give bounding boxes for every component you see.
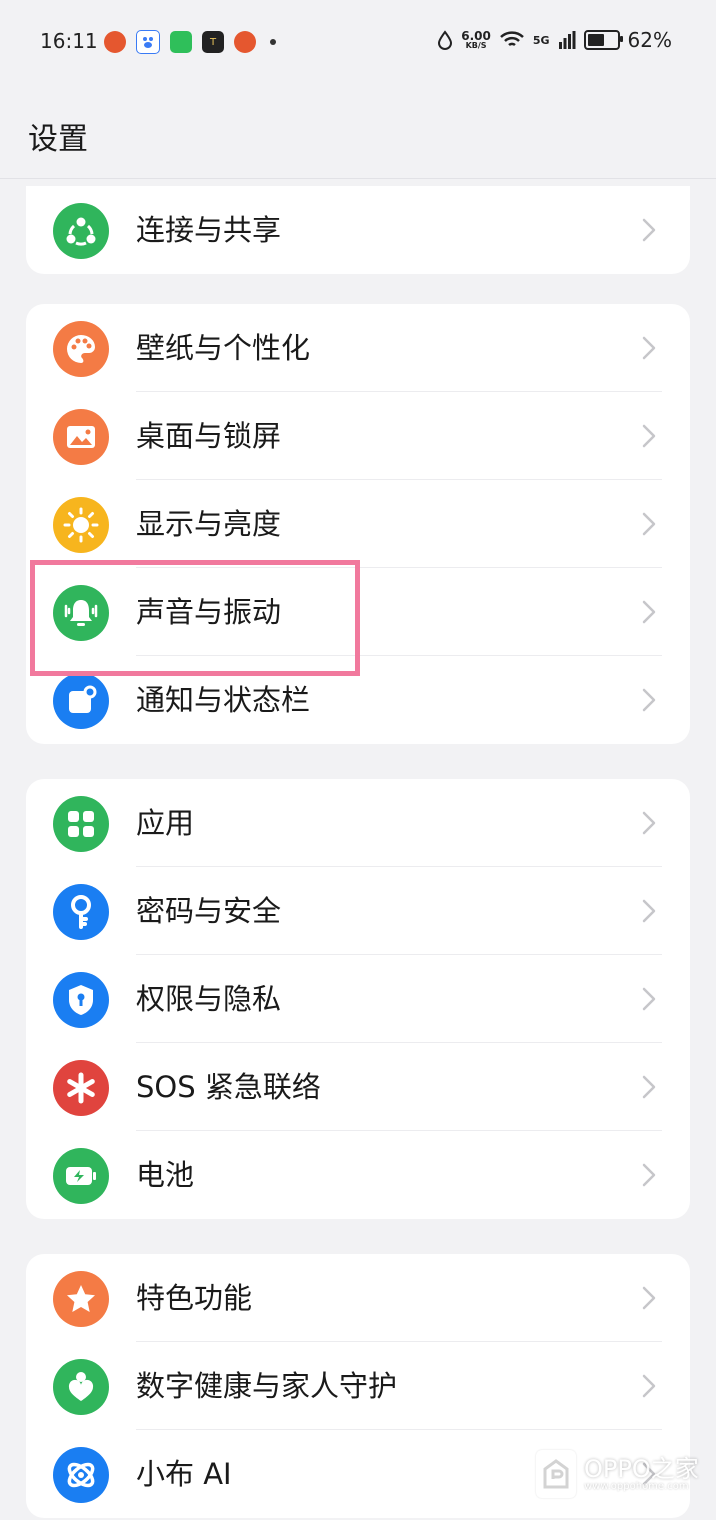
watermark-url: www.oppohome.com: [584, 1480, 689, 1492]
settings-group: 应用密码与安全权限与隐私 SOS 紧急联络 电池: [26, 779, 690, 1219]
highlight-box: [30, 560, 360, 676]
battery-icon: [583, 30, 623, 50]
status-bar: 16:11 T 6.00 KB/S 5G 62%: [0, 0, 716, 84]
settings-item[interactable]: 桌面与锁屏: [26, 392, 690, 480]
chevron-right-icon: [642, 1163, 656, 1187]
apps-grid-icon: [53, 796, 109, 852]
settings-item-label: 特色功能: [136, 1281, 253, 1315]
oppo-home-logo: [536, 1450, 576, 1498]
settings-item-label: 应用: [136, 806, 195, 840]
chevron-right-icon: [642, 899, 656, 923]
picture-icon: [53, 409, 109, 465]
network-type: 5G: [532, 33, 550, 47]
chevron-right-icon: [642, 1075, 656, 1099]
settings-item[interactable]: 连接与共享: [26, 186, 690, 274]
share-icon: [53, 203, 109, 259]
settings-item[interactable]: 应用: [26, 779, 690, 867]
app-notification-icon: [104, 31, 126, 53]
settings-item[interactable]: SOS 紧急联络: [26, 1043, 690, 1131]
palette-icon: [53, 321, 109, 377]
chevron-right-icon: [642, 218, 656, 242]
sun-icon: [53, 497, 109, 553]
header-divider: [0, 178, 716, 179]
more-notifications-dot: [270, 39, 276, 45]
settings-item-label: 电池: [136, 1158, 195, 1192]
settings-item[interactable]: 数字健康与家人守护: [26, 1342, 690, 1430]
star-icon: [53, 1271, 109, 1327]
chevron-right-icon: [642, 811, 656, 835]
network-speed: 6.00 KB/S: [461, 29, 491, 50]
notification-icon: [53, 673, 109, 729]
settings-item[interactable]: 壁纸与个性化: [26, 304, 690, 392]
watermark-text: OPPO之家: [584, 1454, 699, 1483]
settings-item-label: 桌面与锁屏: [136, 419, 282, 453]
watermark: OPPO之家 www.oppohome.com: [536, 1450, 699, 1498]
status-right: 6.00 KB/S 5G 62%: [437, 28, 672, 52]
settings-item-label: 显示与亮度: [136, 507, 282, 541]
ai-assistant-icon: [53, 1447, 109, 1503]
notification-icons: T: [104, 30, 276, 54]
chevron-right-icon: [642, 987, 656, 1011]
settings-item-label: 数字健康与家人守护: [136, 1369, 398, 1403]
chevron-right-icon: [642, 512, 656, 536]
baidu-paw-icon: [136, 30, 160, 54]
shopping-bag-icon: [170, 31, 192, 53]
settings-item-label: 壁纸与个性化: [136, 331, 311, 365]
page-title: 设置: [28, 122, 88, 157]
settings-item[interactable]: 显示与亮度: [26, 480, 690, 568]
settings-item[interactable]: 密码与安全: [26, 867, 690, 955]
status-time: 16:11: [40, 29, 98, 53]
settings-item-label: 小布 AI: [136, 1457, 232, 1491]
taobao-icon: [234, 31, 256, 53]
settings-group: 连接与共享: [26, 186, 690, 274]
key-icon: [53, 884, 109, 940]
settings-group: 壁纸与个性化 桌面与锁屏 显示与亮度 声音与振动 通知与状态栏: [26, 304, 690, 744]
sos-asterisk-icon: [53, 1060, 109, 1116]
wifi-icon: [500, 31, 524, 47]
settings-item-label: SOS 紧急联络: [136, 1070, 321, 1104]
settings-item-label: 权限与隐私: [136, 982, 282, 1016]
chevron-right-icon: [642, 424, 656, 448]
heart-person-icon: [53, 1359, 109, 1415]
text-app-icon: T: [202, 31, 224, 53]
data-saver-icon: [438, 30, 453, 50]
chevron-right-icon: [642, 1286, 656, 1310]
chevron-right-icon: [642, 600, 656, 624]
settings-item-label: 连接与共享: [136, 213, 282, 247]
settings-item-label: 密码与安全: [136, 894, 282, 928]
settings-item[interactable]: 权限与隐私: [26, 955, 690, 1043]
settings-item[interactable]: 特色功能: [26, 1254, 690, 1342]
chevron-right-icon: [642, 688, 656, 712]
battery-icon: [53, 1148, 109, 1204]
signal-icon: [558, 31, 576, 49]
shield-icon: [53, 972, 109, 1028]
battery-percent: 62%: [627, 28, 672, 52]
chevron-right-icon: [642, 1374, 656, 1398]
battery-fill: [587, 34, 604, 46]
settings-item[interactable]: 电池: [26, 1131, 690, 1219]
chevron-right-icon: [642, 336, 656, 360]
